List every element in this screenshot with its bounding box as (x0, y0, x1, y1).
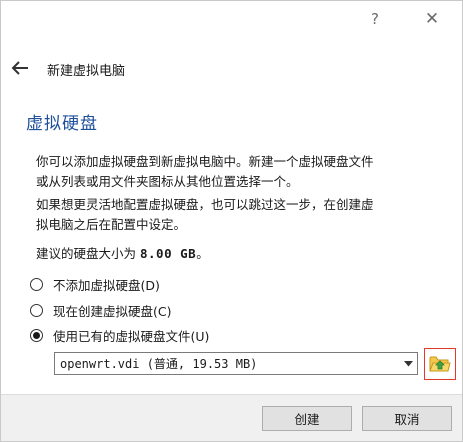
option-label: 现在创建虚拟硬盘(C) (53, 303, 172, 319)
back-button[interactable] (7, 55, 33, 81)
disk-file-select[interactable]: openwrt.vdi (普通, 19.53 MB) (54, 352, 418, 375)
radio-button[interactable] (30, 277, 43, 291)
radio-button[interactable] (30, 303, 43, 317)
description-line: 或从列表或用文件夹图标从其他位置选择一个。 (36, 174, 299, 189)
dialog-window: ? ✕ 新建虚拟电脑 虚拟硬盘 你可以添加虚拟硬盘到新虚拟电脑中。新建一个虚拟硬… (0, 0, 463, 442)
description-line: 你可以添加虚拟硬盘到新虚拟电脑中。新建一个虚拟硬盘文件 (36, 154, 374, 169)
page-heading: 虚拟硬盘 (26, 114, 98, 134)
title-bar: ? ✕ (1, 1, 462, 39)
wizard-nav: 新建虚拟电脑 (1, 51, 462, 87)
description-line: 拟电脑之后在配置中设定。 (36, 217, 187, 232)
option-no-disk[interactable]: 不添加虚拟硬盘(D) (30, 274, 160, 294)
chevron-down-icon (403, 360, 413, 366)
recommended-size-prefix: 建议的硬盘大小为 (36, 246, 137, 261)
recommended-size-suffix: 。 (196, 246, 209, 261)
choose-disk-file-button[interactable] (424, 348, 456, 380)
option-label: 使用已有的虚拟硬盘文件(U) (53, 328, 210, 344)
description-paragraph-2: 如果想更灵活地配置虚拟硬盘，也可以跳过这一步，在创建虚 拟电脑之后在配置中设定。 (36, 195, 446, 235)
wizard-title: 新建虚拟电脑 (47, 64, 126, 79)
folder-open-icon (429, 356, 451, 372)
dialog-footer: 创建 取消 (1, 394, 462, 441)
recommended-size-value: 8.00 GB (140, 246, 197, 261)
disk-file-select-value: openwrt.vdi (普通, 19.53 MB) (60, 357, 258, 371)
cancel-button[interactable]: 取消 (362, 406, 452, 431)
close-button[interactable]: ✕ (418, 7, 446, 31)
option-label: 不添加虚拟硬盘(D) (53, 277, 160, 293)
create-button[interactable]: 创建 (262, 406, 352, 431)
description-line: 如果想更灵活地配置虚拟硬盘，也可以跳过这一步，在创建虚 (36, 197, 374, 212)
description-paragraph-1: 你可以添加虚拟硬盘到新虚拟电脑中。新建一个虚拟硬盘文件 或从列表或用文件夹图标从… (36, 152, 446, 192)
recommended-size-text: 建议的硬盘大小为 8.00 GB。 (36, 244, 446, 264)
help-button[interactable]: ? (361, 7, 389, 31)
option-use-existing-disk[interactable]: 使用已有的虚拟硬盘文件(U) (30, 325, 209, 345)
radio-button-selected[interactable] (30, 328, 43, 342)
back-arrow-icon (11, 61, 28, 75)
option-create-disk[interactable]: 现在创建虚拟硬盘(C) (30, 300, 171, 320)
dropdown-toggle[interactable] (399, 353, 417, 374)
